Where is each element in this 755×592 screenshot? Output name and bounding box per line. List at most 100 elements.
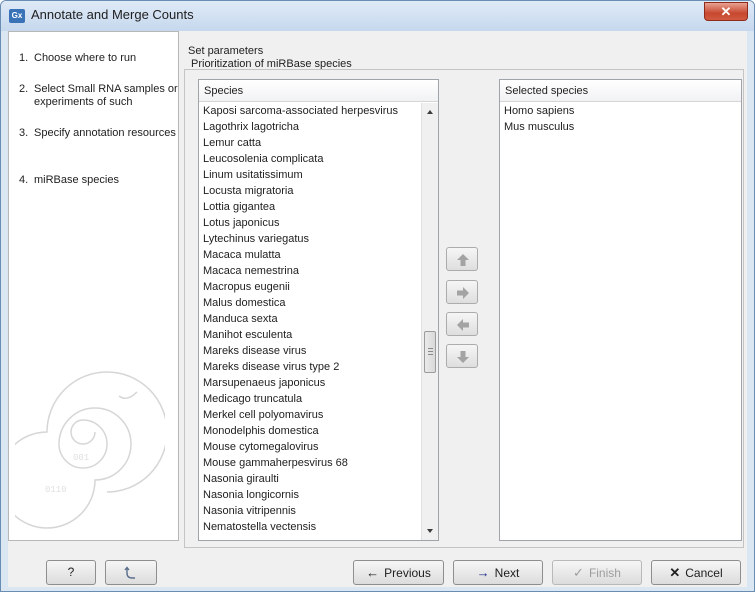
- help-label: ?: [67, 565, 75, 579]
- list-item-label: Lagothrix lagotricha: [203, 121, 300, 133]
- list-item-label: Manduca sexta: [203, 313, 278, 325]
- step-label: Choose where to run: [34, 52, 137, 64]
- close-x-icon: ✕: [669, 565, 681, 580]
- list-item[interactable]: Manduca sexta: [199, 311, 421, 327]
- scroll-thumb[interactable]: [424, 331, 436, 373]
- list-item-label: Mouse cytomegalovirus: [203, 441, 319, 453]
- list-item[interactable]: Kaposi sarcoma-associated herpesvirus: [199, 103, 421, 119]
- step-number: 1.: [19, 52, 29, 64]
- list-item[interactable]: Mareks disease virus: [199, 343, 421, 359]
- list-item-label: Nasonia vitripennis: [203, 505, 296, 517]
- list-item[interactable]: Linum usitatissimum: [199, 167, 421, 183]
- list-item-label: Mus musculus: [504, 121, 575, 133]
- list-item-label: Medicago truncatula: [203, 393, 303, 405]
- list-item[interactable]: Nasonia vitripennis: [199, 503, 421, 519]
- list-item[interactable]: Lotus japonicus: [199, 215, 421, 231]
- grip-line: [428, 354, 433, 355]
- reset-button[interactable]: [105, 560, 157, 585]
- close-button[interactable]: ✕: [704, 2, 748, 21]
- list-item-label: Linum usitatissimum: [203, 169, 303, 181]
- dialog-window: Gx Annotate and Merge Counts ✕ 1. Choose…: [0, 0, 755, 592]
- list-item[interactable]: Mouse gammaherpesvirus 68: [199, 455, 421, 471]
- title-bar[interactable]: Gx Annotate and Merge Counts ✕: [1, 1, 754, 31]
- arrow-right-icon: →: [476, 565, 490, 580]
- list-item-label: Marsupenaeus japonicus: [203, 377, 326, 389]
- finish-button[interactable]: ✓ Finish: [552, 560, 642, 585]
- species-scrollbar[interactable]: [421, 103, 438, 540]
- list-item[interactable]: Nematostella vectensis: [199, 519, 421, 535]
- move-down-button[interactable]: [446, 344, 478, 368]
- grip-line: [428, 348, 433, 349]
- list-item[interactable]: Merkel cell polyomavirus: [199, 407, 421, 423]
- list-item[interactable]: Mouse cytomegalovirus: [199, 439, 421, 455]
- dialog-body: 1. Choose where to run 2. Select Small R…: [8, 31, 747, 587]
- list-item[interactable]: Marsupenaeus japonicus: [199, 375, 421, 391]
- list-item[interactable]: Lytechinus variegatus: [199, 231, 421, 247]
- species-list[interactable]: Species Kaposi sarcoma-associated herpes…: [198, 79, 439, 541]
- checkmark-icon: ✓: [573, 565, 584, 580]
- list-item-label: Kaposi sarcoma-associated herpesvirus: [203, 105, 399, 117]
- list-item-label: Nasonia giraulti: [203, 473, 279, 485]
- remove-from-selected-button[interactable]: [446, 312, 478, 336]
- list-item[interactable]: Macaca nemestrina: [199, 263, 421, 279]
- scroll-up-icon[interactable]: [427, 110, 433, 114]
- list-item-label: Lottia gigantea: [203, 201, 276, 213]
- list-item-label: Monodelphis domestica: [203, 425, 319, 437]
- section-title: Set parameters: [188, 45, 264, 57]
- list-item[interactable]: Medicago truncatula: [199, 391, 421, 407]
- list-item[interactable]: Monodelphis domestica: [199, 423, 421, 439]
- list-item[interactable]: Malus domestica: [199, 295, 421, 311]
- list-item[interactable]: Nasonia giraulti: [199, 471, 421, 487]
- list-item[interactable]: Nasonia longicornis: [199, 487, 421, 503]
- list-item[interactable]: Manihot esculenta: [199, 327, 421, 343]
- step-number: 2.: [19, 83, 29, 95]
- move-up-button[interactable]: [446, 247, 478, 271]
- list-item-label: Manihot esculenta: [203, 329, 293, 341]
- scroll-down-icon[interactable]: [427, 529, 433, 533]
- species-column-header[interactable]: Species: [199, 80, 438, 102]
- step-label: Select Small RNA samples or experiments …: [34, 83, 178, 108]
- list-item[interactable]: Lemur catta: [199, 135, 421, 151]
- window-title: Annotate and Merge Counts: [31, 7, 194, 22]
- selected-species-list[interactable]: Selected species Homo sapiens Mus musculu…: [499, 79, 742, 541]
- list-item[interactable]: Leucosolenia complicata: [199, 151, 421, 167]
- svg-text:001: 001: [73, 453, 89, 463]
- list-item-label: Locusta migratoria: [203, 185, 294, 197]
- step-number: 4.: [19, 174, 29, 186]
- list-item[interactable]: Locusta migratoria: [199, 183, 421, 199]
- help-button[interactable]: ?: [46, 560, 96, 585]
- list-item[interactable]: Mus musculus: [500, 119, 741, 135]
- list-item-label: Malus domestica: [203, 297, 286, 309]
- cancel-button[interactable]: ✕ Cancel: [651, 560, 741, 585]
- reset-icon: [124, 566, 135, 579]
- cancel-label: Cancel: [685, 566, 723, 580]
- list-item-label: Macropus eugenii: [203, 281, 290, 293]
- arrow-right-icon: [457, 287, 469, 299]
- list-item-label: Macaca nemestrina: [203, 265, 299, 277]
- previous-label: Previous: [384, 566, 431, 580]
- next-button[interactable]: → Next: [453, 560, 543, 585]
- list-item[interactable]: Lagothrix lagotricha: [199, 119, 421, 135]
- list-item-label: Nasonia longicornis: [203, 489, 299, 501]
- list-item-label: Merkel cell polyomavirus: [203, 409, 324, 421]
- grip-line: [428, 351, 433, 352]
- svg-text:0110: 0110: [45, 485, 67, 495]
- step-number: 3.: [19, 127, 29, 139]
- list-item[interactable]: Lottia gigantea: [199, 199, 421, 215]
- list-item-label: Mouse gammaherpesvirus 68: [203, 457, 348, 469]
- list-item[interactable]: Homo sapiens: [500, 103, 741, 119]
- arrow-down-icon: [457, 351, 469, 363]
- list-item-label: Lytechinus variegatus: [203, 233, 309, 245]
- step-label: miRBase species: [34, 174, 119, 186]
- step-label: Specify annotation resources: [34, 127, 176, 139]
- list-item[interactable]: Macropus eugenii: [199, 279, 421, 295]
- list-item[interactable]: Macaca mulatta: [199, 247, 421, 263]
- list-item[interactable]: Mareks disease virus type 2: [199, 359, 421, 375]
- list-item-label: Mareks disease virus type 2: [203, 361, 340, 373]
- list-item-label: Macaca mulatta: [203, 249, 281, 261]
- list-item-label: Homo sapiens: [504, 105, 575, 117]
- previous-button[interactable]: ← Previous: [353, 560, 444, 585]
- wizard-steps-panel: 1. Choose where to run 2. Select Small R…: [8, 31, 179, 541]
- selected-column-header[interactable]: Selected species: [500, 80, 741, 102]
- add-to-selected-button[interactable]: [446, 280, 478, 304]
